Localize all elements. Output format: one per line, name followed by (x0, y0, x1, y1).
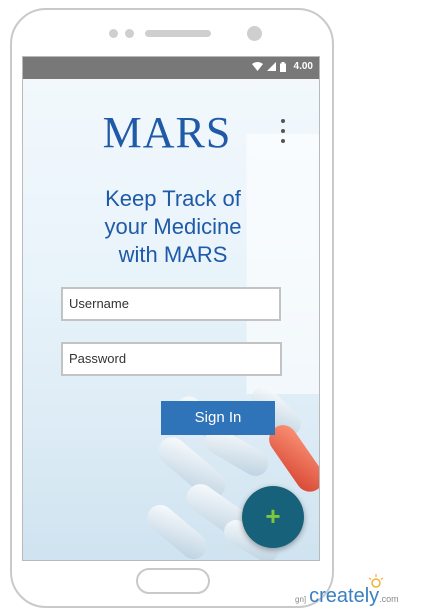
front-camera (247, 26, 262, 41)
sensor-dot (125, 29, 134, 38)
add-fab-button[interactable]: + (242, 486, 304, 548)
password-field[interactable]: Password (61, 342, 282, 376)
status-bar: 4.00 (23, 57, 319, 79)
sensor-dot (109, 29, 118, 38)
watermark-suffix: .com (379, 594, 399, 604)
speaker-grille (145, 30, 211, 37)
status-time: 4.00 (293, 61, 313, 72)
username-field[interactable]: Username (61, 287, 281, 321)
wifi-icon (251, 62, 263, 71)
app-logo: MARS (102, 108, 232, 157)
overflow-menu-icon[interactable] (277, 119, 289, 147)
tagline-text: Keep Track of your Medicine with MARS (104, 186, 242, 267)
watermark-prefix: gn] (295, 595, 307, 604)
sign-in-button[interactable]: Sign In (161, 401, 275, 435)
signal-icon (266, 62, 276, 71)
creately-watermark: gn] creately.com (295, 585, 399, 608)
home-button[interactable] (136, 568, 210, 594)
battery-icon (279, 61, 286, 72)
watermark-brand: creately (309, 585, 380, 607)
app-screen: 4.00 MARS Keep Track of your Medicine wi… (22, 56, 320, 561)
